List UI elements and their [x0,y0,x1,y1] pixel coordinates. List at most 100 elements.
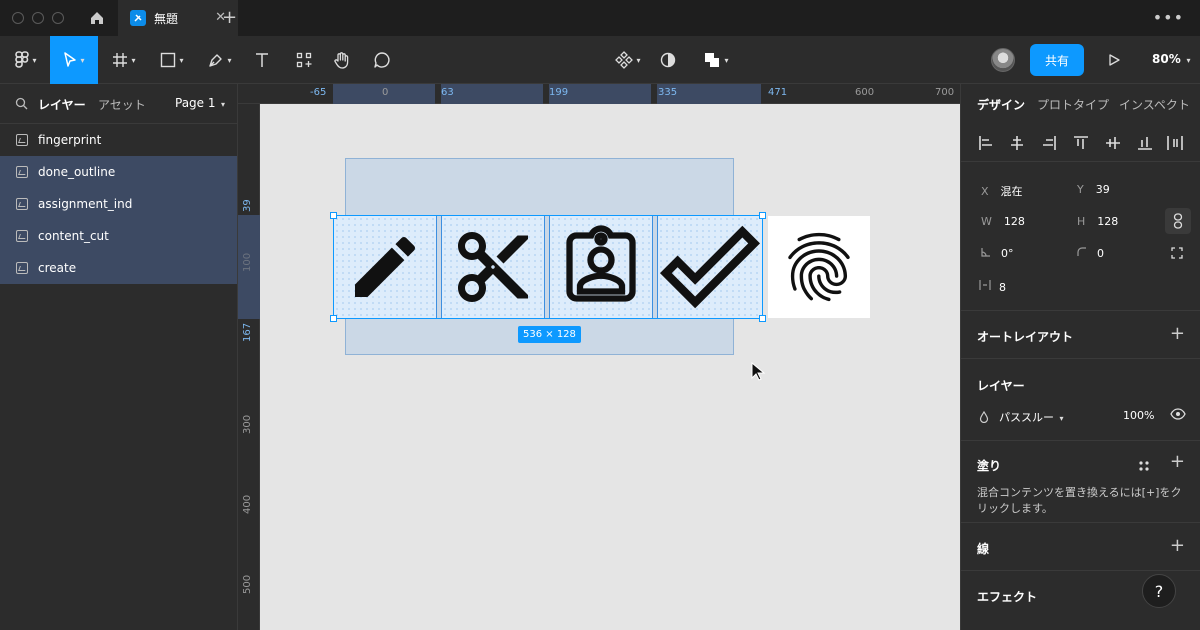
ruler-mark: 300 [242,414,253,434]
height-property[interactable]: H 128 [1077,215,1118,228]
text-tool-button[interactable] [248,36,276,84]
blend-mode-select[interactable]: パススルー ▾ [979,409,1064,425]
tab-prototype[interactable]: プロトタイプ [1037,96,1109,113]
comment-tool-button[interactable] [368,36,396,84]
rotation-property[interactable]: 0° [981,247,1014,260]
effects-title: エフェクト [977,590,1038,604]
text-t-icon [256,53,268,67]
spacing-property[interactable]: 8 [979,279,1006,294]
properties-tabs: デザイン プロトタイプ インスペクト [961,84,1200,122]
y-property[interactable]: Y 39 [1077,183,1110,196]
layer-item-fingerprint[interactable]: fingerprint [0,124,237,156]
layer-item-content-cut[interactable]: content_cut [0,220,237,252]
opacity-value[interactable]: 100% [1123,409,1154,422]
components-grid-icon [296,52,312,68]
chevron-down-icon: ▾ [227,55,232,65]
ruler-mark: -65 [310,87,327,98]
align-top-icon[interactable] [1072,134,1090,152]
constrain-proportions-button[interactable] [1165,208,1191,234]
add-stroke-button[interactable]: + [1170,535,1185,556]
ruler-mark: 700 [935,87,955,98]
ruler-mark: 600 [855,87,875,98]
zoom-value: 80% [1152,52,1181,66]
radius-value: 0 [1097,247,1104,260]
layer-name: content_cut [38,229,109,243]
h-label: H [1077,215,1086,228]
corner-radius-property[interactable]: 0 [1077,247,1104,260]
design-canvas[interactable]: 536 × 128 [260,104,960,630]
pen-tool-button[interactable]: ▾ [200,36,240,84]
align-vertical-center-icon[interactable] [1104,134,1122,152]
layer-item-done-outline[interactable]: done_outline [0,156,237,188]
tab-assets[interactable]: アセット [98,96,146,113]
ruler-mark: 199 [549,87,569,98]
y-label: Y [1077,183,1084,196]
tab-design[interactable]: デザイン [977,96,1025,113]
resize-handle-top-right[interactable] [759,212,766,219]
new-tab-button[interactable]: + [222,7,237,28]
file-tab[interactable]: 無題 ✕ [118,0,238,36]
ruler-mark: 39 [242,199,253,212]
component-tools-button[interactable]: ▾ [608,36,648,84]
stroke-section: 線 + [961,522,1200,570]
shape-tool-button[interactable]: ▾ [152,36,192,84]
more-menu-button[interactable]: ••• [1153,8,1184,27]
close-window-button[interactable] [12,12,24,24]
chevron-down-icon: ▾ [131,55,136,65]
resize-handle-bottom-left[interactable] [330,315,337,322]
align-left-icon[interactable] [977,134,995,152]
spacing-value: 8 [999,281,1006,294]
width-property[interactable]: W 128 [981,215,1025,228]
tab-layers[interactable]: レイヤー [38,96,86,113]
maximize-window-button[interactable] [52,12,64,24]
home-icon [91,12,103,24]
page-selector[interactable]: Page 1 ▾ [175,96,225,110]
resize-handle-top-left[interactable] [330,212,337,219]
resources-button[interactable] [290,36,318,84]
layer-section: レイヤー パススルー ▾ 100% [961,358,1200,440]
move-tool-button[interactable]: ▾ [50,36,98,84]
independent-corners-icon[interactable] [1171,247,1183,259]
resize-handle-bottom-right[interactable] [759,315,766,322]
frame-tool-button[interactable]: ▾ [104,36,144,84]
align-right-icon[interactable] [1040,134,1058,152]
layer-section-title: レイヤー [977,379,1025,393]
zoom-level[interactable]: 80% ▾ [1152,52,1191,66]
align-horizontal-center-icon[interactable] [1008,134,1026,152]
mouse-cursor-icon [751,362,766,381]
layers-panel: レイヤー アセット Page 1 ▾ fingerprint done_outl… [0,84,238,630]
droplet-icon [979,410,989,424]
layer-fingerprint[interactable] [768,216,870,318]
layer-name: create [38,261,77,275]
search-icon[interactable] [15,97,28,110]
user-avatar[interactable] [991,48,1015,72]
present-button[interactable] [1100,36,1128,84]
chevron-down-icon: ▾ [1057,414,1064,423]
rotation-angle-icon [981,248,990,257]
home-button[interactable] [84,0,110,36]
distribute-icon[interactable] [1166,134,1184,152]
x-property[interactable]: X 混在 [981,183,1023,199]
rectangle-icon [161,52,176,68]
rotation-value: 0° [1001,247,1014,260]
main-menu-button[interactable]: ▾ [6,36,46,84]
add-fill-button[interactable]: + [1170,451,1185,472]
hand-tool-button[interactable] [328,36,356,84]
link-icon [1173,213,1183,229]
align-bottom-icon[interactable] [1136,134,1154,152]
style-grid-icon[interactable] [1138,460,1150,472]
layer-item-assignment-ind[interactable]: assignment_ind [0,188,237,220]
hand-icon [334,52,349,69]
add-auto-layout-button[interactable]: + [1170,323,1185,344]
layers-panel-header: レイヤー アセット Page 1 ▾ [0,84,237,124]
eye-icon[interactable] [1170,408,1186,420]
tab-inspect[interactable]: インスペクト [1119,96,1190,113]
chevron-down-icon: ▾ [636,55,641,65]
mask-button[interactable] [656,36,680,84]
boolean-ops-button[interactable]: ▾ [696,36,736,84]
minimize-window-button[interactable] [32,12,44,24]
chevron-down-icon: ▾ [179,55,184,65]
share-button[interactable]: 共有 [1030,44,1084,76]
layer-item-create[interactable]: create [0,252,237,284]
help-button[interactable]: ? [1142,574,1176,608]
